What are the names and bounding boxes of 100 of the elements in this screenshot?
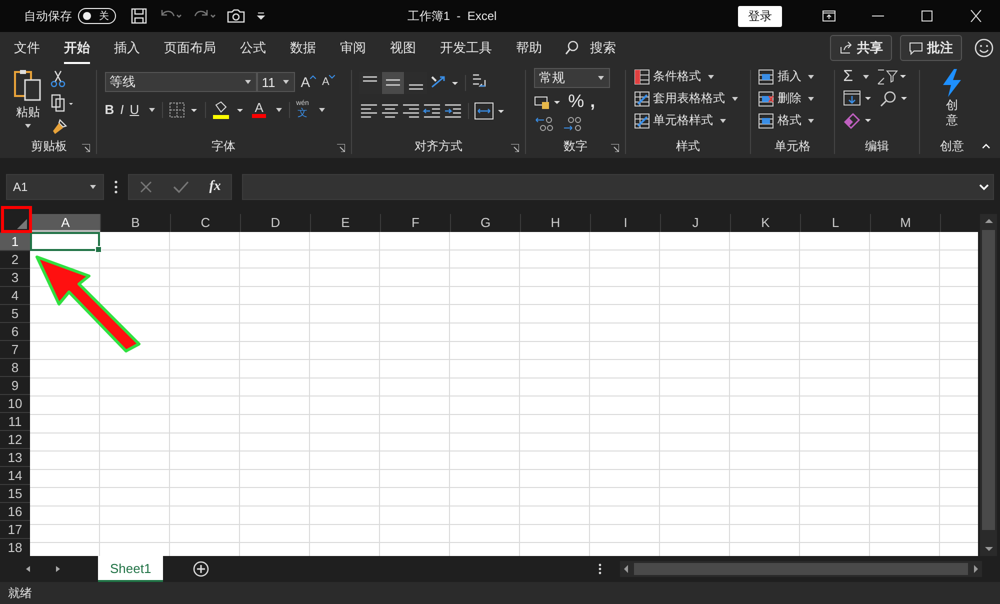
ribbon-tab[interactable]: 数据 (290, 32, 316, 64)
caret-icon[interactable] (282, 79, 290, 85)
more-options-icon[interactable] (114, 180, 118, 194)
search-icon[interactable] (564, 40, 580, 56)
caret-icon[interactable] (24, 123, 32, 129)
selected-cell[interactable] (30, 232, 100, 251)
ribbon-tab[interactable]: 视图 (390, 32, 416, 64)
ribbon-tab[interactable]: 公式 (240, 32, 266, 64)
table-style-icon (634, 90, 650, 106)
autosum-button[interactable]: Σ (843, 68, 854, 86)
comma-button[interactable]: , (590, 91, 596, 112)
caret-icon[interactable] (862, 74, 870, 80)
copy-icon[interactable] (50, 94, 76, 112)
font-size-dropdown[interactable]: 11 (256, 72, 295, 92)
ideas-button[interactable]: 创意 (940, 68, 964, 138)
autosave-toggle[interactable]: 关 (78, 8, 116, 24)
caret-icon[interactable] (730, 96, 739, 102)
ribbon-tab[interactable]: 审阅 (340, 32, 366, 64)
align-center-icon[interactable] (380, 102, 400, 120)
add-sheet-icon[interactable] (193, 561, 210, 577)
maximize-icon[interactable] (920, 10, 934, 22)
align-left-icon[interactable] (359, 102, 380, 120)
align-right-icon[interactable] (401, 102, 422, 120)
dialog-launcher-icon[interactable] (336, 144, 345, 152)
caret-icon[interactable] (244, 79, 252, 85)
cells-menu-button[interactable]: 删除 (758, 90, 826, 107)
caret-icon[interactable] (706, 74, 715, 80)
scissors-icon[interactable] (50, 70, 66, 88)
search-button[interactable]: 搜索 (590, 32, 616, 64)
dialog-launcher-icon[interactable] (82, 144, 90, 152)
customize-caret-icon[interactable] (256, 11, 266, 21)
check-icon[interactable] (173, 180, 190, 194)
ribbon-tab[interactable]: 帮助 (516, 32, 542, 64)
insert-function-button[interactable]: fx (209, 179, 221, 195)
italic-button[interactable]: I (120, 102, 124, 117)
decrease-indent-icon[interactable] (422, 102, 442, 120)
number-format-dropdown[interactable]: 常规 (534, 68, 610, 88)
caret-icon[interactable] (89, 184, 97, 190)
smiley-icon[interactable] (974, 38, 994, 58)
camera-icon[interactable] (226, 7, 246, 25)
dialog-launcher-icon[interactable] (511, 144, 520, 152)
caret-icon[interactable] (318, 106, 326, 112)
shrink-font-button[interactable]: A (322, 76, 330, 88)
column-header[interactable]: A (30, 214, 100, 232)
cells-menu-button[interactable]: 插入 (758, 68, 826, 85)
caret-icon[interactable] (807, 74, 816, 80)
percent-button[interactable]: % (568, 91, 584, 112)
ribbon-display-icon[interactable] (822, 10, 836, 22)
cancel-icon[interactable] (139, 180, 154, 194)
save-icon[interactable] (130, 7, 148, 25)
ribbon-tab[interactable]: 开发工具 (440, 32, 492, 64)
format-painter-icon[interactable] (50, 118, 68, 136)
sign-in-button[interactable]: 登录 (738, 6, 782, 26)
formula-field[interactable] (242, 174, 994, 200)
vertical-scrollbar[interactable] (980, 214, 997, 556)
paste-button[interactable]: 粘贴 (12, 68, 44, 138)
comments-button[interactable]: 批注 (900, 35, 962, 61)
window-title: 工作簿1 - Excel (406, 8, 498, 24)
underline-button[interactable]: U (130, 102, 140, 117)
cells-menu-button[interactable]: 格式 (758, 112, 826, 129)
group-label: 样式 (676, 138, 700, 155)
sheet-tab[interactable]: Sheet1 (98, 556, 164, 582)
bold-button[interactable]: B (104, 102, 114, 117)
down-chevron-icon (329, 75, 336, 79)
fill-down-icon[interactable] (843, 90, 874, 108)
caret-icon[interactable] (148, 106, 156, 112)
share-button[interactable]: 共享 (830, 35, 892, 61)
caret-icon[interactable] (807, 118, 816, 124)
styles-menu-button[interactable]: 条件格式 (634, 68, 742, 85)
ribbon-tab[interactable]: 页面布局 (164, 32, 216, 64)
dialog-launcher-icon[interactable] (611, 144, 620, 152)
increase-indent-icon[interactable] (443, 102, 464, 120)
currency-icon[interactable] (534, 94, 562, 110)
up-chevron-icon (310, 75, 316, 79)
more-options-icon[interactable] (598, 563, 602, 575)
collapse-ribbon-icon[interactable] (982, 142, 990, 150)
styles-menu-button[interactable]: 套用表格格式 (634, 90, 742, 107)
name-box[interactable]: A1 (6, 174, 104, 200)
group-label: 编辑 (865, 138, 890, 155)
eraser-icon[interactable] (843, 112, 874, 130)
sort-filter-icon[interactable] (876, 68, 906, 86)
cell-grid-icon (758, 90, 774, 106)
ribbon-tab[interactable]: 文件 (14, 32, 40, 64)
caret-icon[interactable] (275, 106, 284, 112)
find-icon[interactable] (879, 90, 910, 108)
merge-cells-icon[interactable] (474, 102, 506, 120)
font-color-button[interactable]: A (252, 101, 266, 118)
caret-icon[interactable] (807, 96, 816, 102)
close-icon[interactable] (969, 10, 983, 22)
caret-icon[interactable] (597, 75, 606, 81)
caret-icon[interactable] (718, 118, 727, 124)
borders-icon[interactable] (169, 102, 200, 118)
row-header[interactable]: 1 (0, 232, 30, 250)
styles-menu-button[interactable]: 单元格样式 (634, 112, 742, 129)
expand-icon[interactable] (979, 183, 989, 191)
grow-font-button[interactable]: A (300, 74, 310, 90)
vertical-align-button[interactable] (382, 72, 404, 94)
ribbon-tab[interactable]: 插入 (114, 32, 140, 64)
font-name-dropdown[interactable]: 等线 (104, 72, 257, 92)
horizontal-scrollbar[interactable] (620, 561, 982, 577)
